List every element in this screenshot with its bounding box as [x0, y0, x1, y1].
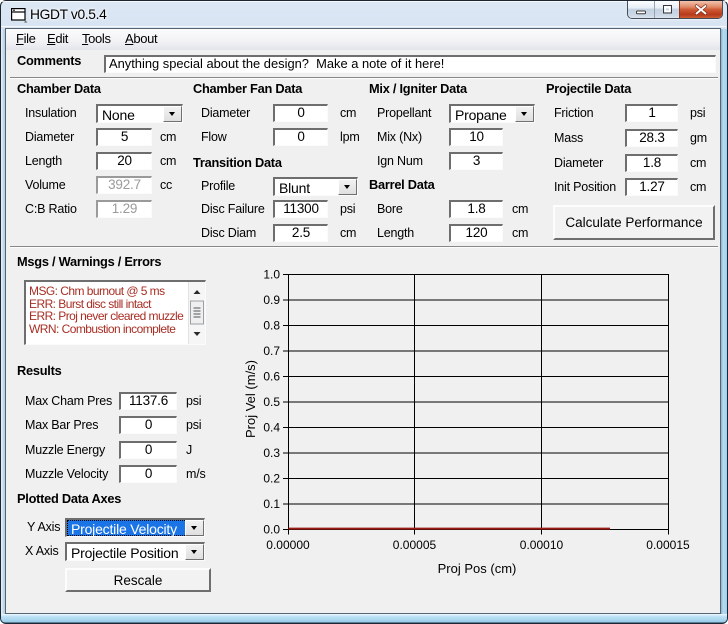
svg-text:0.00005: 0.00005 — [393, 538, 437, 552]
svg-text:0.9: 0.9 — [263, 293, 280, 307]
svg-text:0.5: 0.5 — [263, 395, 280, 409]
svg-text:0.8: 0.8 — [263, 319, 280, 333]
svg-text:0.0: 0.0 — [263, 523, 280, 537]
svg-text:Proj Vel (m/s): Proj Vel (m/s) — [243, 360, 258, 438]
svg-text:Proj Pos (cm): Proj Pos (cm) — [438, 561, 517, 576]
svg-text:0.6: 0.6 — [263, 370, 280, 384]
svg-text:0.00010: 0.00010 — [520, 538, 564, 552]
svg-text:0.4: 0.4 — [263, 421, 280, 435]
svg-text:1.0: 1.0 — [263, 268, 280, 282]
svg-text:0.3: 0.3 — [263, 446, 280, 460]
svg-text:0.00015: 0.00015 — [646, 538, 690, 552]
svg-text:0.7: 0.7 — [263, 344, 280, 358]
svg-text:0.1: 0.1 — [263, 497, 280, 511]
svg-text:0.00000: 0.00000 — [266, 538, 310, 552]
svg-text:0.2: 0.2 — [263, 472, 280, 486]
